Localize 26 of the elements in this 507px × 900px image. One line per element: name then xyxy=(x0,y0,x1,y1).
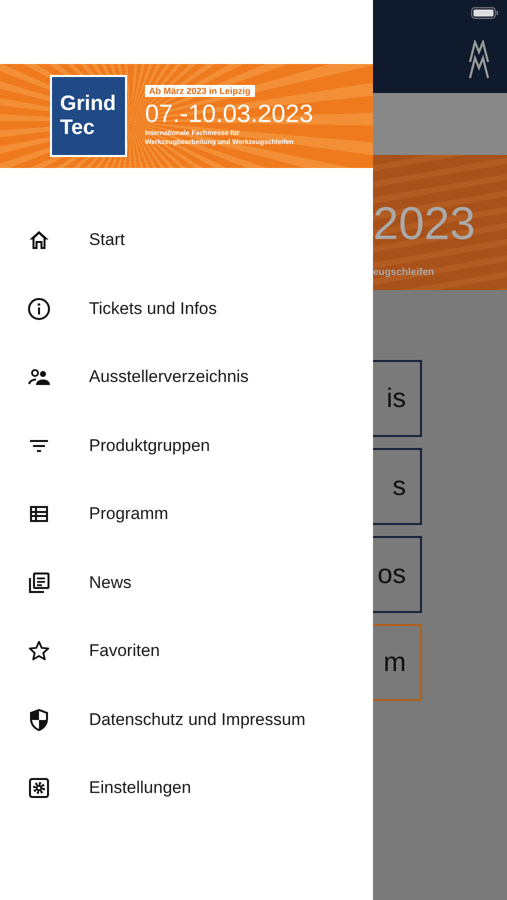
menu-button[interactable]: is xyxy=(373,360,422,437)
logo-text: Grind xyxy=(60,92,117,116)
menu-item[interactable]: Favoriten xyxy=(89,641,160,662)
menu-button[interactable]: os xyxy=(373,536,422,613)
event-dates: 07.-10.03.2023 xyxy=(145,99,314,129)
shield-icon[interactable] xyxy=(27,708,51,732)
menu-item[interactable]: Ausstellerverzeichnis xyxy=(89,367,249,388)
menu-item[interactable]: Datenschutz und Impressum xyxy=(89,710,306,730)
battery-icon xyxy=(471,7,499,19)
menu-item[interactable]: Start xyxy=(89,230,125,250)
date-badge: Ab März 2023 in Leipzig xyxy=(145,85,255,97)
event-subtitle: eugschleifen xyxy=(373,267,436,278)
star-icon[interactable] xyxy=(27,639,51,664)
newspaper-icon[interactable] xyxy=(27,570,51,595)
menu-item[interactable]: Programm xyxy=(89,504,168,524)
zigzag-logo-icon[interactable] xyxy=(469,40,489,80)
menu-item[interactable]: Produktgruppen xyxy=(89,436,210,456)
logo-text: Tec xyxy=(60,116,96,140)
menu-button[interactable]: m xyxy=(373,624,422,701)
menu-button[interactable]: s xyxy=(373,448,422,525)
menu-item[interactable]: Tickets und Infos xyxy=(89,298,217,319)
menu-item[interactable]: News xyxy=(89,572,132,593)
gear-icon[interactable] xyxy=(27,776,51,800)
event-dates: 2023 xyxy=(373,199,476,247)
info-icon[interactable] xyxy=(27,296,51,321)
menu-item[interactable]: Einstellungen xyxy=(89,778,192,798)
